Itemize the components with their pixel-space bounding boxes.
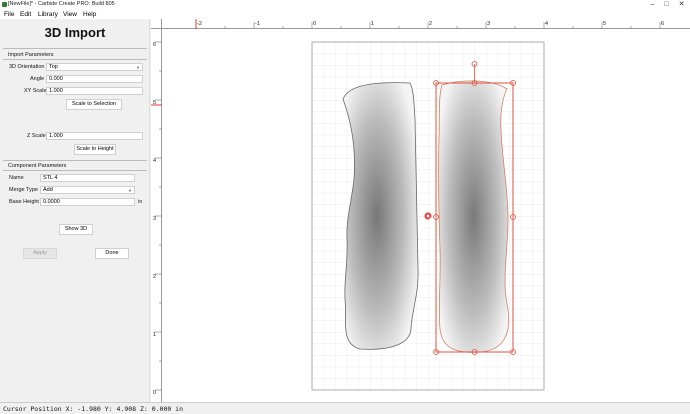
ruler-label-y: 4 xyxy=(153,158,156,164)
menu-file[interactable]: File xyxy=(4,11,14,18)
merge-type-value: Add xyxy=(43,187,53,193)
divider xyxy=(3,48,147,49)
scale-to-selection-button[interactable]: Scale to Selection xyxy=(66,99,122,110)
ruler-label-x: 5 xyxy=(603,21,606,27)
menu-help[interactable]: Help xyxy=(83,11,96,18)
left-ruler: 6 5 4 3 2 1 0 xyxy=(151,29,162,402)
ruler-label-x: 4 xyxy=(545,21,548,27)
chevron-down-icon: ▼ xyxy=(128,188,132,193)
ruler-label-x: -2 xyxy=(197,21,202,27)
window-title: [NewFile]* - Carbide Create PRO: Build 8… xyxy=(8,1,115,7)
name-label: Name xyxy=(9,175,24,181)
ruler-label-x: 3 xyxy=(487,21,490,27)
divider xyxy=(3,59,147,60)
menu-edit[interactable]: Edit xyxy=(20,11,31,18)
cursor-position: Cursor Position X: -1.980 Y: 4.908 Z: 0.… xyxy=(3,405,184,413)
apply-button[interactable]: Apply xyxy=(23,248,57,259)
divider xyxy=(3,170,147,171)
minimize-button[interactable]: – xyxy=(648,1,657,9)
menu-view[interactable]: View xyxy=(63,11,77,18)
ruler-label-x: -1 xyxy=(255,21,260,27)
base-height-input[interactable]: 0.0000 xyxy=(40,198,135,206)
ruler-label-x: 0 xyxy=(313,21,316,27)
top-ruler: -2 -1 0 1 2 3 4 5 6 xyxy=(151,19,690,29)
chevron-down-icon: ▼ xyxy=(136,65,140,70)
xy-scale-input[interactable]: 1.000 xyxy=(46,87,143,95)
orientation-label: 3D Orientation xyxy=(9,64,45,70)
left-ruler-svg: 6 5 4 3 2 1 0 xyxy=(151,41,162,396)
ruler-label-x: 1 xyxy=(371,21,374,27)
top-ruler-ticks xyxy=(195,22,661,29)
app-icon xyxy=(2,2,7,7)
z-scale-input[interactable]: 1.000 xyxy=(46,132,143,140)
top-ruler-svg: -2 -1 0 1 2 3 4 5 6 xyxy=(195,19,664,29)
ruler-label-x: 2 xyxy=(429,21,432,27)
merge-type-select[interactable]: Add ▼ xyxy=(40,186,135,194)
angle-input[interactable]: 0.000 xyxy=(46,75,143,83)
ruler-corner xyxy=(151,19,162,29)
menu-bar: File Edit Library View Help xyxy=(0,10,690,19)
close-button[interactable]: ✕ xyxy=(677,1,686,9)
title-bar: [NewFile]* - Carbide Create PRO: Build 8… xyxy=(0,0,690,10)
z-scale-label: Z Scale xyxy=(27,133,46,139)
xy-scale-label: XY Scale xyxy=(24,88,47,94)
ruler-label-y: 6 xyxy=(153,42,156,48)
workspace[interactable] xyxy=(162,29,690,402)
merge-type-label: Merge Type xyxy=(9,187,38,193)
status-bar: Cursor Position X: -1.980 Y: 4.908 Z: 0.… xyxy=(0,402,690,414)
ruler-label-y: 2 xyxy=(153,274,156,280)
orientation-select[interactable]: Top ▼ xyxy=(46,63,143,71)
ruler-label-x: 6 xyxy=(661,21,664,27)
imported-model-left[interactable] xyxy=(342,82,419,350)
menu-library[interactable]: Library xyxy=(38,11,58,18)
angle-label: Angle xyxy=(30,76,45,82)
base-height-label: Base Height xyxy=(9,199,39,205)
show-3d-button[interactable]: Show 3D xyxy=(59,224,93,235)
orientation-value: Top xyxy=(49,64,58,70)
maximize-button[interactable]: □ xyxy=(662,1,671,9)
name-input[interactable]: STL 4 xyxy=(40,174,135,182)
scale-to-height-button[interactable]: Scale to Height xyxy=(74,144,116,155)
component-parameters-heading: Component Parameters xyxy=(8,163,67,169)
ruler-label-y: 1 xyxy=(153,332,156,338)
panel-title: 3D Import xyxy=(44,25,106,40)
design-canvas[interactable]: -2 -1 0 1 2 3 4 5 6 6 5 4 3 2 1 0 xyxy=(151,19,690,402)
ruler-label-y: 0 xyxy=(153,390,156,396)
divider xyxy=(3,160,147,161)
import-panel: 3D Import Import Parameters 3D Orientati… xyxy=(0,19,150,402)
ruler-label-y: 3 xyxy=(153,216,156,222)
imported-model-right[interactable] xyxy=(438,80,510,353)
base-height-unit: in xyxy=(138,199,143,205)
import-parameters-heading: Import Parameters xyxy=(8,52,54,58)
done-button[interactable]: Done xyxy=(95,248,129,259)
